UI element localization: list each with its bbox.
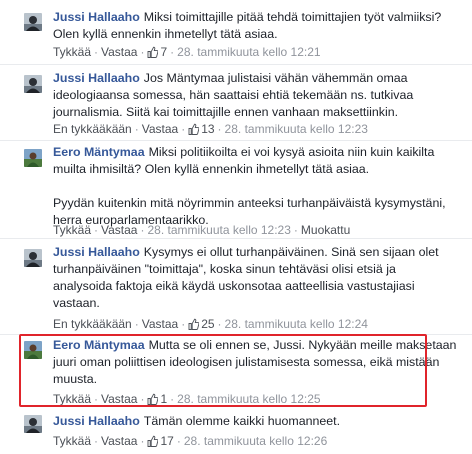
comment-item: Eero Mäntymaa Mutta se oli ennen se, Juss…: [0, 334, 472, 406]
comment-item: Jussi Hallaaho Jos Mäntymaa julistaisi vä…: [0, 64, 472, 136]
comment-actions: Tykkää · Vastaa · 1 · 28. tammikuuta kello 12:…: [53, 392, 321, 406]
profile-photo-icon: [24, 249, 42, 267]
reply-button[interactable]: Vastaa: [101, 223, 137, 237]
comment-body: Eero Mäntymaa Miksi politiikoilta ei voi …: [53, 144, 458, 229]
reply-button[interactable]: Vastaa: [101, 392, 137, 406]
profile-photo-icon: [24, 415, 42, 433]
timestamp[interactable]: 28. tammikuuta kello 12:24: [225, 317, 368, 331]
comment-actions: Tykkää · Vastaa · 7 · 28. tammikuuta kello 12:…: [53, 45, 321, 59]
thumbs-up-icon: [147, 46, 158, 58]
avatar[interactable]: [24, 13, 42, 31]
author-link[interactable]: Eero Mäntymaa: [53, 145, 145, 159]
profile-photo-icon: [24, 149, 42, 167]
author-link[interactable]: Jussi Hallaaho: [53, 71, 140, 85]
author-link[interactable]: Jussi Hallaaho: [53, 414, 140, 428]
timestamp[interactable]: 28. tammikuuta kello 12:25: [177, 392, 320, 406]
unlike-button[interactable]: En tykkääkään: [53, 122, 132, 136]
reply-button[interactable]: Vastaa: [101, 434, 137, 448]
comment-actions: Tykkää · Vastaa · 17 · 28. tammikuuta kello 12…: [53, 434, 328, 448]
comment-body: Jussi Hallaaho Miksi toimittajille pitää …: [53, 9, 458, 43]
timestamp[interactable]: 28. tammikuuta kello 12:21: [177, 45, 320, 59]
comment-thread: Jussi Hallaaho Miksi toimittajille pitää …: [0, 0, 472, 454]
comment-actions: En tykkääkään · Vastaa · 25 · 28. tammikuuta k…: [53, 317, 368, 331]
comment-body: Jussi Hallaaho Kysymys ei ollut turhanpäi…: [53, 244, 458, 312]
profile-photo-icon: [24, 13, 42, 31]
thumbs-up-icon: [147, 393, 158, 405]
comment-actions: Tykkää · Vastaa · 28. tammikuuta kello 12:23…: [53, 223, 351, 237]
profile-photo-icon: [24, 75, 42, 93]
comment-item: Jussi Hallaaho Kysymys ei ollut turhanpäi…: [0, 238, 472, 331]
timestamp[interactable]: 28. tammikuuta kello 12:26: [184, 434, 327, 448]
avatar[interactable]: [24, 249, 42, 267]
reply-button[interactable]: Vastaa: [142, 122, 178, 136]
avatar[interactable]: [24, 75, 42, 93]
like-button[interactable]: Tykkää: [53, 392, 91, 406]
comment-body: Eero Mäntymaa Mutta se oli ennen se, Juss…: [53, 337, 458, 388]
like-count[interactable]: 25: [188, 317, 215, 331]
like-button[interactable]: Tykkää: [53, 434, 91, 448]
author-link[interactable]: Eero Mäntymaa: [53, 338, 145, 352]
edited-link[interactable]: Muokattu: [301, 223, 350, 237]
unlike-button[interactable]: En tykkääkään: [53, 317, 132, 331]
author-link[interactable]: Jussi Hallaaho: [53, 245, 140, 259]
thumbs-up-icon: [188, 318, 199, 330]
comment-item: Eero Mäntymaa Miksi politiikoilta ei voi …: [0, 140, 472, 237]
like-count[interactable]: 1: [147, 392, 167, 406]
avatar[interactable]: [24, 341, 42, 359]
like-count[interactable]: 17: [147, 434, 174, 448]
reply-button[interactable]: Vastaa: [101, 45, 137, 59]
reply-button[interactable]: Vastaa: [142, 317, 178, 331]
profile-photo-icon: [24, 341, 42, 359]
author-link[interactable]: Jussi Hallaaho: [53, 10, 140, 24]
thumbs-up-icon: [147, 435, 158, 447]
like-button[interactable]: Tykkää: [53, 223, 91, 237]
comment-body: Jussi Hallaaho Jos Mäntymaa julistaisi vä…: [53, 70, 458, 121]
like-count[interactable]: 7: [147, 45, 167, 59]
comment-text: Tämän olemme kaikki huomanneet.: [143, 414, 341, 428]
avatar[interactable]: [24, 149, 42, 167]
like-count[interactable]: 13: [188, 122, 215, 136]
like-button[interactable]: Tykkää: [53, 45, 91, 59]
avatar[interactable]: [24, 415, 42, 433]
thumbs-up-icon: [188, 123, 199, 135]
timestamp[interactable]: 28. tammikuuta kello 12:23: [147, 223, 290, 237]
comment-actions: En tykkääkään · Vastaa · 13 · 28. tammikuuta k…: [53, 122, 368, 136]
timestamp[interactable]: 28. tammikuuta kello 12:23: [225, 122, 368, 136]
comment-body: Jussi Hallaaho Tämän olemme kaikki huoman…: [53, 413, 458, 430]
